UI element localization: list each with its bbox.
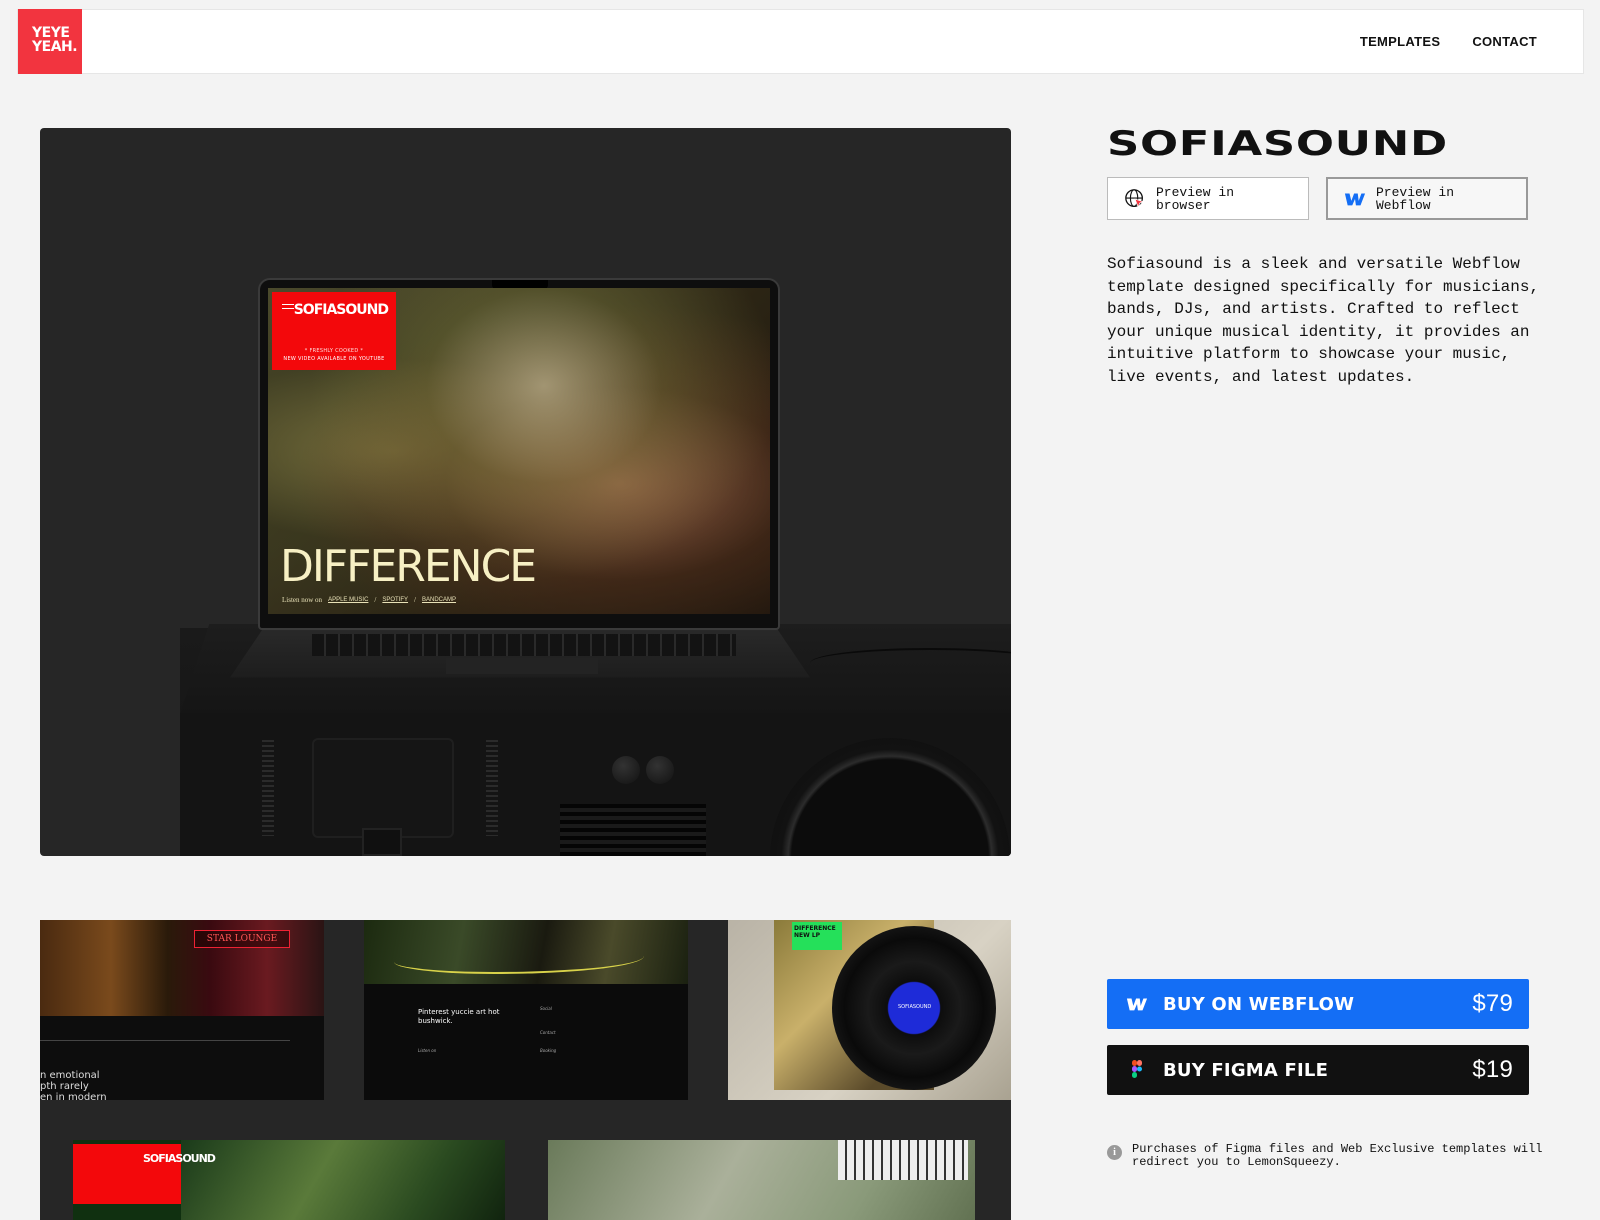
preview-webflow-label: Preview in Webflow (1376, 184, 1455, 213)
screen-sep-1: / (374, 596, 377, 604)
dresser-knob-1 (612, 756, 640, 784)
gallery-tile-footer: Pinterest yuccie art hot bushwick. Socia… (364, 920, 688, 1100)
dresser-plate-small (362, 828, 402, 856)
laptop-touchpad (446, 658, 598, 674)
logo-line-1: YEYE (32, 25, 70, 41)
webflow-icon (1126, 998, 1148, 1011)
hero-alt-brand: SOFIASOUND (143, 1152, 216, 1165)
vinyl-label: SOFIASOUND (898, 1004, 932, 1010)
piano-keys (838, 1140, 968, 1180)
laptop-cable (810, 648, 1011, 678)
footer-contact-label: Contact (540, 1030, 556, 1035)
buy-webflow-price: $79 (1472, 990, 1513, 1017)
star-lounge-sign: STAR LOUNGE (194, 930, 290, 948)
gallery-tile-keyboard (548, 1140, 975, 1220)
webflow-icon (1344, 193, 1366, 205)
preview-browser-button[interactable]: Preview in browser (1107, 177, 1309, 220)
buy-webflow-button[interactable]: BUY ON WEBFLOW $79 (1107, 979, 1529, 1029)
purchase-note-text: Purchases of Figma files and Web Exclusi… (1132, 1142, 1543, 1169)
purchase-note: i Purchases of Figma files and Web Exclu… (1107, 1143, 1547, 1169)
about-text-line-3: en in modern (40, 1092, 107, 1100)
figma-icon (1132, 1060, 1142, 1078)
gallery-tile-about: STAR LOUNGE n emotional pth rarely en in… (40, 920, 324, 1100)
footer-heading: Pinterest yuccie art hot bushwick. (418, 1008, 500, 1025)
hero-alt-photo (181, 1140, 505, 1220)
screen-promo-line-2: NEW VIDEO AVAILABLE ON YOUTUBE (283, 356, 385, 362)
screen-brand: SOFIASOUND (293, 302, 389, 318)
nav-links: TEMPLATES CONTACT (1360, 34, 1537, 49)
concert-photo: STAR LOUNGE (40, 920, 324, 1016)
screen-headline: DIFFERENCE (280, 541, 537, 592)
yeye-yeah-logo[interactable]: YEYE YEAH. (18, 9, 82, 74)
preview-gallery: STAR LOUNGE n emotional pth rarely en in… (40, 920, 1011, 1220)
gallery-tile-hero-alt: SOFIASOUND (73, 1140, 505, 1220)
top-navbar: YEYE YEAH. TEMPLATES CONTACT (17, 9, 1584, 74)
logo-line-2: YEAH. (32, 39, 78, 55)
screen-sep-2: / (414, 596, 416, 604)
dresser-plate (312, 738, 454, 838)
dresser-vent-left (262, 740, 274, 836)
screen-link-bandcamp: BANDCAMP (422, 597, 457, 603)
dresser-vent-right (486, 740, 498, 836)
footer-listen-label: Listen on (418, 1048, 437, 1053)
info-icon: i (1107, 1145, 1122, 1160)
buy-figma-button[interactable]: BUY FIGMA FILE $19 (1107, 1045, 1529, 1095)
footer-social-label: Social (540, 1006, 552, 1011)
preview-webflow-button[interactable]: Preview in Webflow (1326, 177, 1528, 220)
preview-browser-label: Preview in browser (1156, 184, 1235, 213)
screen-hero-photo: SOFIASOUND * FRESHLY COOKED * NEW VIDEO … (268, 288, 770, 614)
globe-cursor-icon (1125, 188, 1145, 208)
screen-promo-line-1: * FRESHLY COOKED * (304, 348, 364, 354)
about-paragraph-line (40, 1040, 290, 1046)
laptop-keyboard (312, 634, 736, 656)
hamburger-icon (282, 304, 294, 309)
buy-figma-label: BUY FIGMA FILE (1163, 1059, 1329, 1081)
nav-link-templates[interactable]: TEMPLATES (1360, 34, 1440, 49)
nav-link-contact[interactable]: CONTACT (1472, 34, 1537, 49)
product-title: SOFIASOUND (1107, 124, 1448, 164)
gallery-tile-vinyl: DIFFERENCE NEW LP SOFIASOUND (728, 920, 1011, 1100)
screen-link-apple-music: APPLE MUSIC (328, 597, 369, 603)
buy-figma-price: $19 (1472, 1056, 1513, 1083)
hero-mockup-image: SOFIASOUND * FRESHLY COOKED * NEW VIDEO … (40, 128, 1011, 856)
dresser-grille (560, 804, 706, 856)
about-text-line-1: n emotional (40, 1070, 100, 1081)
dresser-knob-2 (646, 756, 674, 784)
footer-booking-label: Booking (540, 1048, 557, 1053)
buy-webflow-label: BUY ON WEBFLOW (1163, 993, 1355, 1015)
album-sticker: DIFFERENCE NEW LP (792, 922, 842, 950)
about-text-line-2: pth rarely (40, 1081, 89, 1092)
screen-listen-row: Listen now on APPLE MUSIC / SPOTIFY / BA… (282, 596, 456, 604)
laptop-screen: SOFIASOUND * FRESHLY COOKED * NEW VIDEO … (258, 278, 780, 630)
screen-listen-label: Listen now on (282, 596, 323, 604)
screen-red-block: SOFIASOUND * FRESHLY COOKED * NEW VIDEO … (272, 292, 396, 370)
screen-link-spotify: SPOTIFY (382, 597, 409, 603)
product-description: Sofiasound is a sleek and versatile Webf… (1107, 255, 1540, 386)
